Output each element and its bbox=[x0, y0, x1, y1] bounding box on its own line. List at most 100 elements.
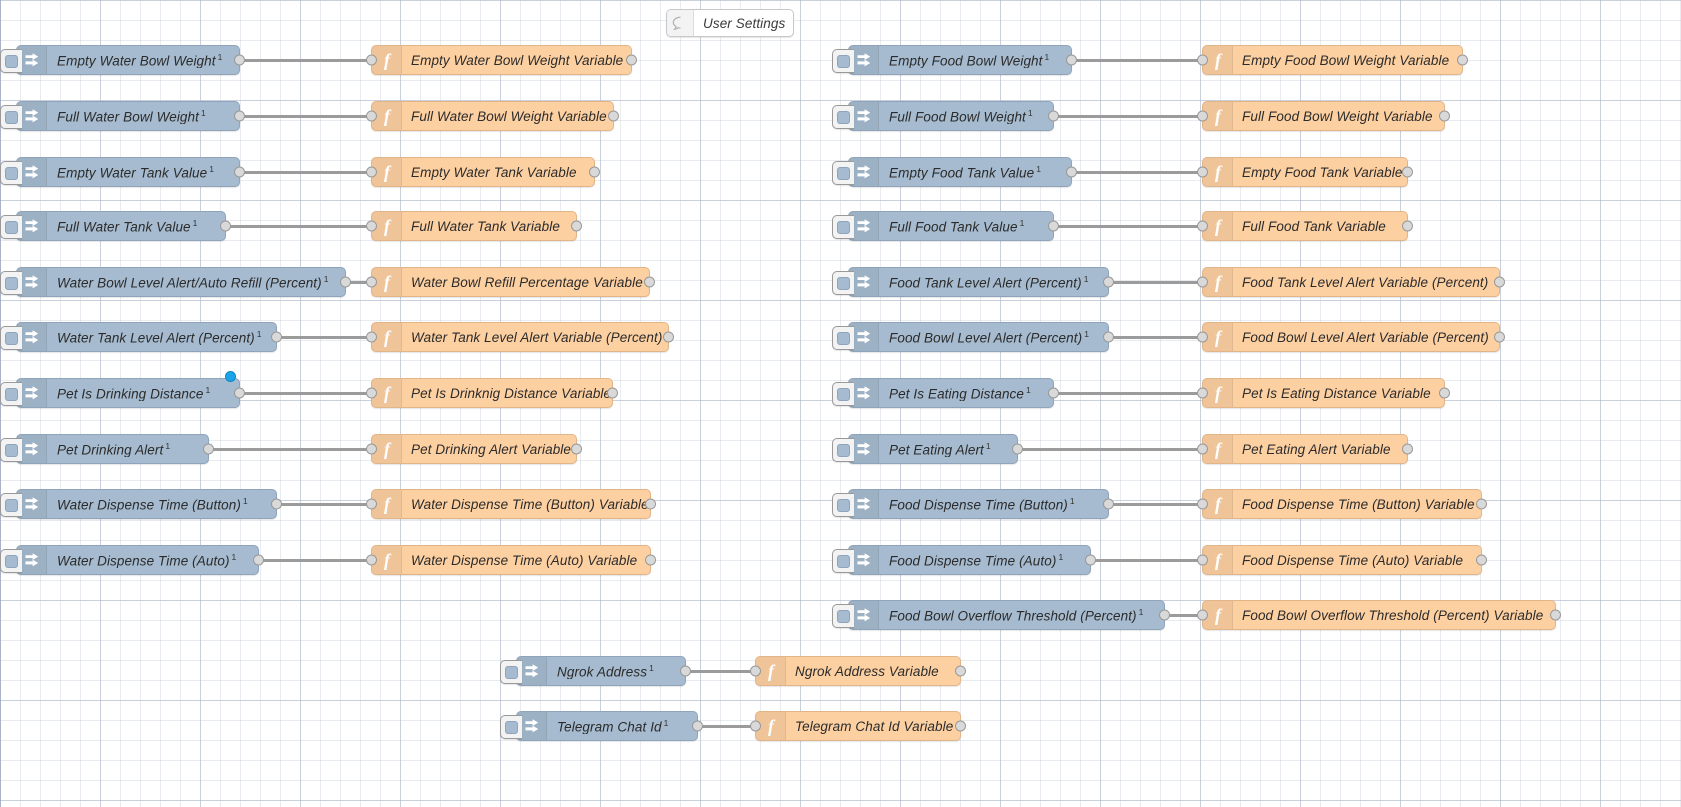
inject-trigger-button[interactable] bbox=[832, 271, 854, 295]
inject-node[interactable]: Water Dispense Time (Button)1 bbox=[16, 489, 277, 519]
output-port[interactable] bbox=[1048, 388, 1059, 399]
output-port[interactable] bbox=[253, 555, 264, 566]
output-port[interactable] bbox=[644, 277, 655, 288]
function-node[interactable]: fFood Tank Level Alert Variable (Percent… bbox=[1202, 267, 1500, 297]
flow-wire[interactable] bbox=[1054, 225, 1202, 228]
input-port[interactable] bbox=[1197, 388, 1208, 399]
function-node[interactable]: fEmpty Water Tank Variable bbox=[371, 157, 595, 187]
function-node[interactable]: fWater Bowl Refill Percentage Variable bbox=[371, 267, 650, 297]
inject-node[interactable]: Food Dispense Time (Button)1 bbox=[848, 489, 1109, 519]
input-port[interactable] bbox=[1197, 555, 1208, 566]
output-port[interactable] bbox=[571, 221, 582, 232]
inject-node[interactable]: Full Food Bowl Weight1 bbox=[848, 101, 1054, 131]
input-port[interactable] bbox=[1197, 332, 1208, 343]
function-node[interactable]: fEmpty Water Bowl Weight Variable bbox=[371, 45, 632, 75]
inject-trigger-button[interactable] bbox=[832, 382, 854, 406]
function-node[interactable]: fPet Drinking Alert Variable bbox=[371, 434, 577, 464]
function-node[interactable]: fWater Dispense Time (Button) Variable bbox=[371, 489, 651, 519]
inject-trigger-button[interactable] bbox=[832, 161, 854, 185]
output-port[interactable] bbox=[234, 55, 245, 66]
function-node[interactable]: fFull Food Tank Variable bbox=[1202, 211, 1408, 241]
output-port[interactable] bbox=[340, 277, 351, 288]
inject-node[interactable]: Full Water Tank Value1 bbox=[16, 211, 226, 241]
output-port[interactable] bbox=[234, 388, 245, 399]
input-port[interactable] bbox=[366, 221, 377, 232]
inject-trigger-button[interactable] bbox=[0, 271, 22, 295]
output-port[interactable] bbox=[1012, 444, 1023, 455]
inject-node[interactable]: Water Dispense Time (Auto)1 bbox=[16, 545, 259, 575]
flow-wire[interactable] bbox=[1054, 115, 1202, 118]
inject-node[interactable]: Full Water Bowl Weight1 bbox=[16, 101, 240, 131]
inject-node[interactable]: Food Bowl Level Alert (Percent)1 bbox=[848, 322, 1109, 352]
input-port[interactable] bbox=[1197, 277, 1208, 288]
function-node[interactable]: fFull Water Tank Variable bbox=[371, 211, 577, 241]
output-port[interactable] bbox=[1066, 167, 1077, 178]
flow-wire[interactable] bbox=[277, 336, 371, 339]
output-port[interactable] bbox=[589, 167, 600, 178]
output-port[interactable] bbox=[1402, 221, 1413, 232]
output-port[interactable] bbox=[692, 721, 703, 732]
output-port[interactable] bbox=[271, 332, 282, 343]
output-port[interactable] bbox=[571, 444, 582, 455]
function-node[interactable]: fFull Food Bowl Weight Variable bbox=[1202, 101, 1445, 131]
flow-wire[interactable] bbox=[277, 503, 371, 506]
inject-node[interactable]: Ngrok Address1 bbox=[516, 656, 686, 686]
inject-node[interactable]: Empty Food Bowl Weight1 bbox=[848, 45, 1072, 75]
flow-wire[interactable] bbox=[240, 392, 371, 395]
inject-node[interactable]: Water Tank Level Alert (Percent)1 bbox=[16, 322, 277, 352]
inject-trigger-button[interactable] bbox=[0, 49, 22, 73]
flow-wire[interactable] bbox=[209, 448, 371, 451]
inject-node[interactable]: Empty Water Bowl Weight1 bbox=[16, 45, 240, 75]
flow-wire[interactable] bbox=[1109, 281, 1202, 284]
output-port[interactable] bbox=[608, 111, 619, 122]
input-port[interactable] bbox=[1197, 55, 1208, 66]
comment-node[interactable]: User Settings bbox=[666, 9, 794, 37]
flow-wire[interactable] bbox=[698, 725, 755, 728]
inject-node[interactable]: Telegram Chat Id1 bbox=[516, 711, 698, 741]
flow-wire[interactable] bbox=[1072, 59, 1202, 62]
output-port[interactable] bbox=[1439, 388, 1450, 399]
input-port[interactable] bbox=[366, 444, 377, 455]
inject-trigger-button[interactable] bbox=[832, 604, 854, 628]
inject-trigger-button[interactable] bbox=[0, 438, 22, 462]
inject-trigger-button[interactable] bbox=[500, 660, 522, 684]
output-port[interactable] bbox=[1402, 444, 1413, 455]
input-port[interactable] bbox=[366, 167, 377, 178]
inject-trigger-button[interactable] bbox=[500, 715, 522, 739]
function-node[interactable]: fFood Dispense Time (Button) Variable bbox=[1202, 489, 1482, 519]
inject-node[interactable]: Pet Is Drinking Distance1 bbox=[16, 378, 240, 408]
input-port[interactable] bbox=[366, 555, 377, 566]
inject-node[interactable]: Full Food Tank Value1 bbox=[848, 211, 1054, 241]
output-port[interactable] bbox=[1103, 499, 1114, 510]
inject-node[interactable]: Empty Food Tank Value1 bbox=[848, 157, 1072, 187]
inject-trigger-button[interactable] bbox=[0, 326, 22, 350]
inject-node[interactable]: Empty Water Tank Value1 bbox=[16, 157, 240, 187]
output-port[interactable] bbox=[680, 666, 691, 677]
output-port[interactable] bbox=[1085, 555, 1096, 566]
flow-wire[interactable] bbox=[240, 115, 371, 118]
input-port[interactable] bbox=[1197, 499, 1208, 510]
output-port[interactable] bbox=[1048, 111, 1059, 122]
output-port[interactable] bbox=[271, 499, 282, 510]
inject-trigger-button[interactable] bbox=[832, 105, 854, 129]
flow-wire[interactable] bbox=[1054, 392, 1202, 395]
input-port[interactable] bbox=[750, 666, 761, 677]
input-port[interactable] bbox=[366, 332, 377, 343]
inject-trigger-button[interactable] bbox=[832, 326, 854, 350]
inject-trigger-button[interactable] bbox=[832, 49, 854, 73]
flow-wire[interactable] bbox=[1109, 503, 1202, 506]
function-node[interactable]: fFood Bowl Level Alert Variable (Percent… bbox=[1202, 322, 1500, 352]
input-port[interactable] bbox=[1197, 221, 1208, 232]
inject-trigger-button[interactable] bbox=[0, 215, 22, 239]
inject-node[interactable]: Food Bowl Overflow Threshold (Percent)1 bbox=[848, 600, 1165, 630]
function-node[interactable]: fEmpty Food Tank Variable bbox=[1202, 157, 1408, 187]
inject-node[interactable]: Food Dispense Time (Auto)1 bbox=[848, 545, 1091, 575]
inject-trigger-button[interactable] bbox=[0, 382, 22, 406]
output-port[interactable] bbox=[607, 388, 618, 399]
input-port[interactable] bbox=[366, 55, 377, 66]
flow-wire[interactable] bbox=[259, 559, 371, 562]
inject-node[interactable]: Pet Drinking Alert1 bbox=[16, 434, 209, 464]
inject-trigger-button[interactable] bbox=[832, 215, 854, 239]
input-port[interactable] bbox=[366, 277, 377, 288]
output-port[interactable] bbox=[1476, 555, 1487, 566]
